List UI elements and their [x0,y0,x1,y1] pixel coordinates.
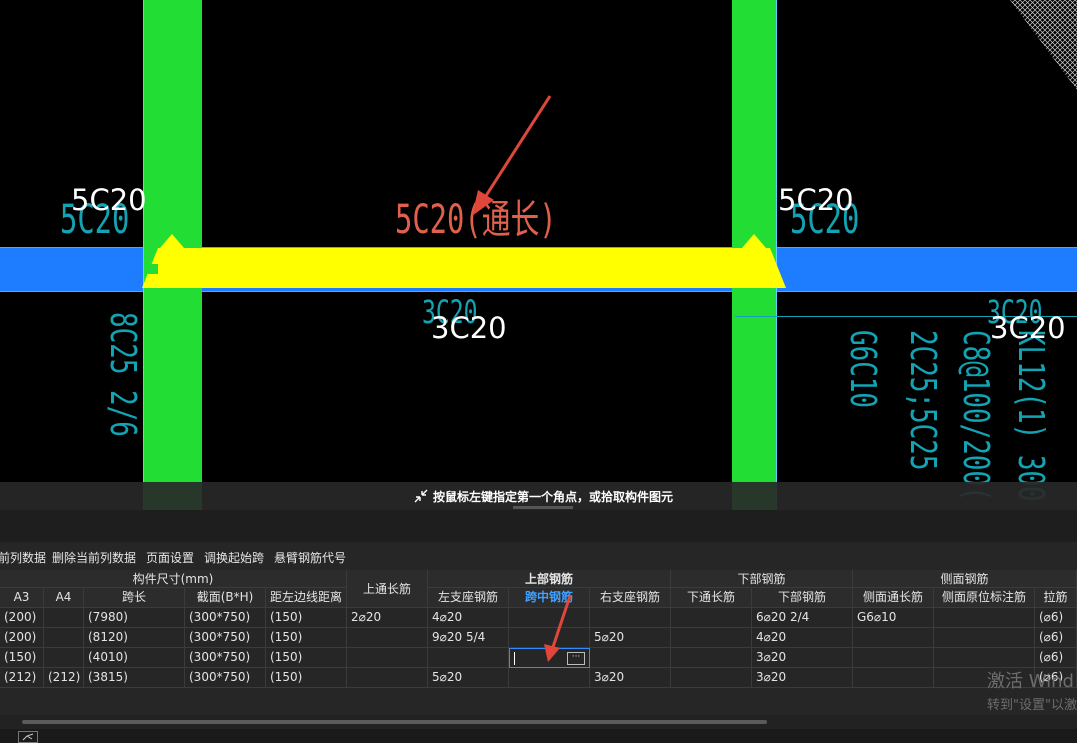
table-toolbar: 前列数据 删除当前列数据 页面设置 调换起始跨 悬臂钢筋代号 [0,542,1077,570]
table-cell[interactable]: 9⌀20 5/4 [428,628,509,648]
col-header-a4: A4 [44,588,84,608]
label-bottom-right: 3C20 [990,311,1066,345]
table-cell[interactable]: (212) [0,668,44,688]
table-cell[interactable]: (300*750) [185,668,266,688]
col-header-bottom-through: 下通长筋 [671,588,752,608]
table-cell[interactable]: (150) [266,648,347,668]
table-cell[interactable]: 2⌀20 [347,608,428,628]
table-cell[interactable] [590,648,671,668]
table-cell[interactable]: (⌀6) [1035,608,1077,628]
label-left-top: 5C20 [71,183,147,217]
table-cell[interactable]: 5⌀20 [428,668,509,688]
col-header-section: 截面(B*H) [185,588,266,608]
label-bottom-mid: 3C20 [431,311,507,345]
table-cell[interactable]: 3⌀20 [752,648,853,668]
table-cell[interactable] [590,608,671,628]
splitter-handle[interactable] [513,506,573,509]
col-header-tie: 拉筋 [1035,588,1077,608]
table-cell[interactable]: G6⌀10 [853,608,934,628]
status-text: 按鼠标左键指定第一个角点，或拾取构件图元 [433,490,674,504]
col-header-span-length: 跨长 [84,588,185,608]
col-header-left-edge-distance: 距左边线距离 [266,588,347,608]
table-cell[interactable] [671,628,752,648]
toolbar-item-cantilever-code[interactable]: 悬臂钢筋代号 [274,549,346,566]
table-cell[interactable] [428,648,509,668]
table-cell[interactable] [509,668,590,688]
col-header-side-through: 侧面通长筋 [853,588,934,608]
header-group-bottom-bars: 下部钢筋 [671,570,853,588]
table-cell[interactable]: (150) [266,628,347,648]
table-cell[interactable]: (150) [266,668,347,688]
annotation-arrow-icon [472,95,552,216]
table-cell[interactable] [934,648,1035,668]
tree-icon[interactable] [18,731,38,743]
table-cell[interactable] [671,668,752,688]
panel-gap [0,510,1077,542]
pick-cursor-icon [414,489,428,503]
table-cell[interactable] [44,628,84,648]
table-cell[interactable]: (⌀6) [1035,628,1077,648]
table-cell[interactable] [44,648,84,668]
table-cell[interactable] [934,628,1035,648]
table-cell[interactable]: (300*750) [185,608,266,628]
table-cell[interactable]: (⌀6) [1035,648,1077,668]
rebar-table: 构件尺寸(mm) 上通长筋 上部钢筋 下部钢筋 侧面钢筋 A3 A4 跨长 截面… [0,570,1077,730]
table-cell[interactable] [347,668,428,688]
table-cell[interactable] [934,608,1035,628]
toolbar-item-swap-start-span[interactable]: 调换起始跨 [204,549,264,566]
table-cell[interactable] [853,668,934,688]
toolbar-item-page-settings[interactable]: 页面设置 [146,549,194,566]
table-cell[interactable] [347,628,428,648]
table-cell[interactable]: 3⌀20 [590,668,671,688]
table-cell[interactable]: (150) [0,648,44,668]
header-group-side-bars: 侧面钢筋 [853,570,1077,588]
table-cell[interactable]: (7980) [84,608,185,628]
header-top-through: 上通长筋 [347,570,428,608]
table-cell[interactable] [671,648,752,668]
activation-watermark-subtitle: 转到"设置"以激 [987,698,1077,713]
cad-text-left-vertical: 8C25 2/6 [102,312,143,437]
cad-canvas[interactable]: 5C20 5C20(通长) 5C20 3C20 3C20 8C25 2/6 G6… [0,0,1077,510]
cad-text-right-v1: G6C10 [842,330,883,409]
col-header-right-support: 右支座钢筋 [590,588,671,608]
table-cell[interactable]: (3815) [84,668,185,688]
col-header-bottom-bars: 下部钢筋 [752,588,853,608]
table-cell[interactable] [347,648,428,668]
text-caret [514,652,515,665]
scrollbar-thumb[interactable] [22,720,767,724]
bottom-bar [0,729,1077,743]
table-cell[interactable]: 6⌀20 2/4 [752,608,853,628]
table-cell[interactable]: (150) [266,608,347,628]
col-header-side-original: 侧面原位标注筋 [934,588,1035,608]
table-cell[interactable]: (200) [0,628,44,648]
label-right-top: 5C20 [778,183,854,217]
cad-text-right-v4: KL12(1) 300 [1010,330,1051,502]
table-cell[interactable]: 4⌀20 [428,608,509,628]
table-cell[interactable] [44,608,84,628]
table-cell[interactable]: (200) [0,608,44,628]
table-cell[interactable]: 3⌀20 [752,668,853,688]
table-horizontal-scrollbar[interactable] [0,715,1077,729]
table-cell[interactable]: (212) [44,668,84,688]
annotation-arrow-icon [544,595,572,662]
table-cell[interactable]: (4010) [84,648,185,668]
header-group-top-bars: 上部钢筋 [428,570,671,588]
col-header-a3: A3 [0,588,44,608]
table-cell[interactable]: 5⌀20 [590,628,671,648]
hatch-pattern [1010,0,1077,90]
table-cell[interactable] [671,608,752,628]
table-cell[interactable]: (300*750) [185,628,266,648]
table-cell[interactable]: (8120) [84,628,185,648]
col-header-left-support: 左支座钢筋 [428,588,509,608]
cad-text-right-v2: 2C25;5C25 [902,330,943,471]
toolbar-item-copy-column[interactable]: 前列数据 [0,549,46,566]
table-cell[interactable]: 4⌀20 [752,628,853,648]
activation-watermark-title: 激活 Wind [987,671,1074,692]
header-group-dims: 构件尺寸(mm) [0,570,347,588]
toolbar-item-delete-column[interactable]: 删除当前列数据 [52,549,136,566]
table-cell[interactable]: (300*750) [185,648,266,668]
cad-text-right-v3: C8@100/200( [955,330,996,502]
table-cell[interactable] [853,648,934,668]
table-cell[interactable] [853,628,934,648]
